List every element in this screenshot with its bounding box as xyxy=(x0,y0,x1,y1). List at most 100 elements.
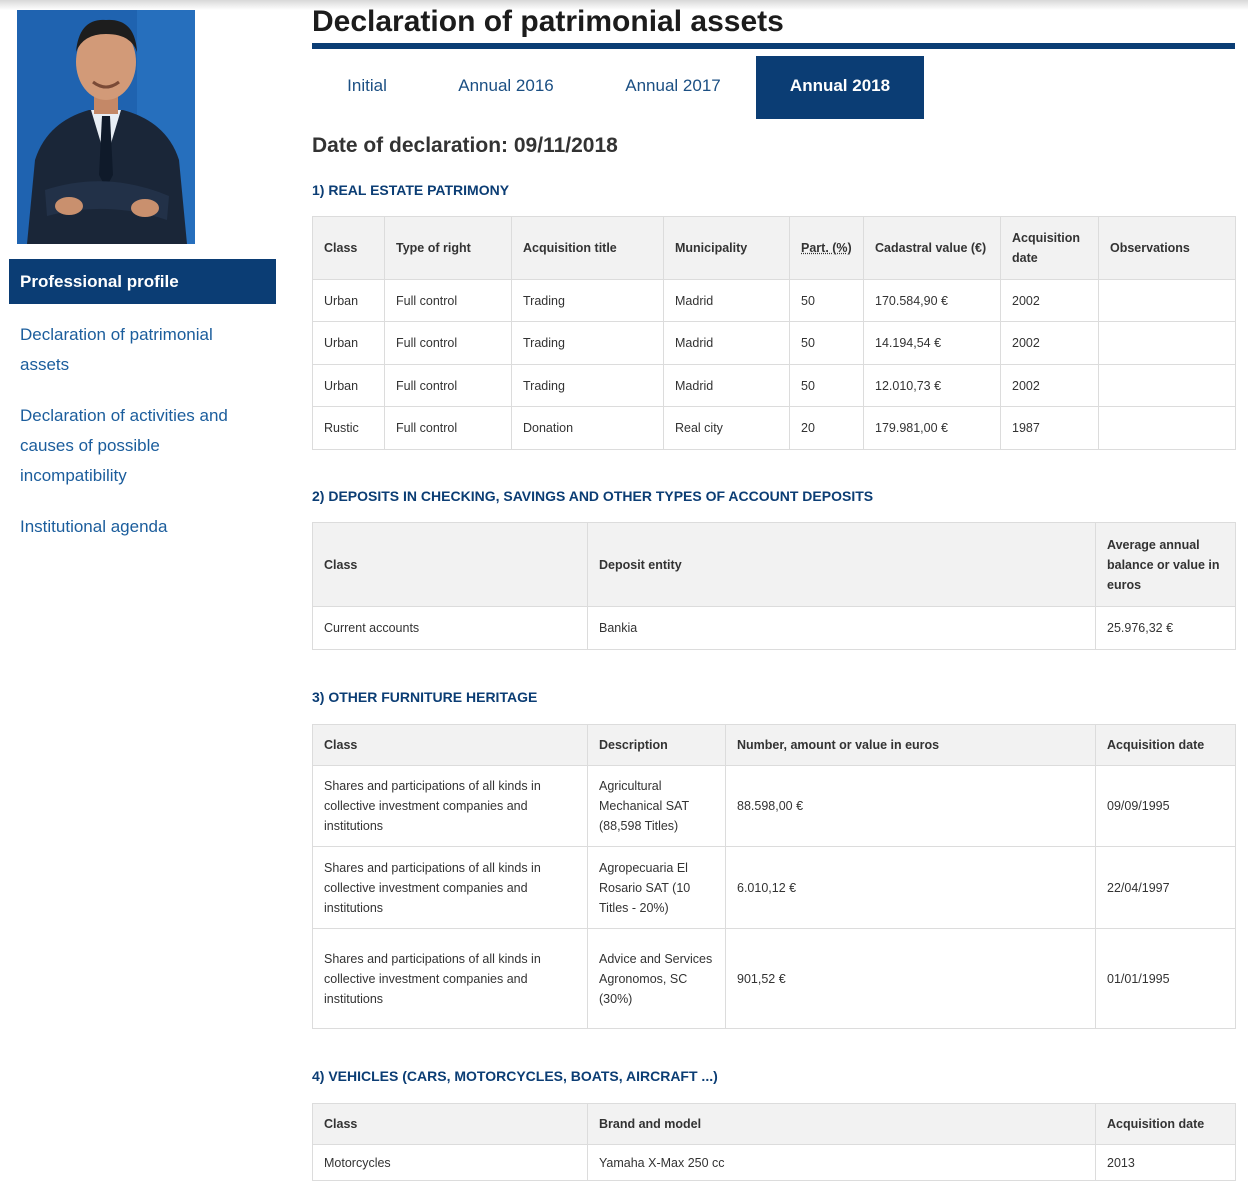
cell: Motorcycles xyxy=(313,1145,588,1181)
cell: Rustic xyxy=(313,407,385,450)
table-header-row: Class Description Number, amount or valu… xyxy=(313,725,1236,766)
column-header: Brand and model xyxy=(588,1104,1096,1145)
table-row: Current accounts Bankia 25.976,32 € xyxy=(313,607,1236,650)
cell: Madrid xyxy=(664,365,790,407)
cell: Full control xyxy=(385,322,512,365)
cell: 09/09/1995 xyxy=(1096,766,1236,847)
cell xyxy=(1099,365,1236,407)
column-header: Description xyxy=(588,725,726,766)
cell: Madrid xyxy=(664,322,790,365)
part-abbr: Part. (%) xyxy=(801,241,852,255)
cell: 2013 xyxy=(1096,1145,1236,1181)
table-header-row: Class Deposit entity Average annual bala… xyxy=(313,523,1236,607)
table-header-row: Class Brand and model Acquisition date xyxy=(313,1104,1236,1145)
cell: Yamaha X-Max 250 cc xyxy=(588,1145,1096,1181)
cell: Full control xyxy=(385,280,512,322)
column-header: Acquisition date xyxy=(1096,725,1236,766)
vehicles-table: Class Brand and model Acquisition date M… xyxy=(312,1103,1236,1181)
deposits-table: Class Deposit entity Average annual bala… xyxy=(312,522,1236,650)
cell: Shares and participations of all kinds i… xyxy=(313,847,588,929)
cell: 179.981,00 € xyxy=(864,407,1001,450)
table-header-row: Class Type of right Acquisition title Mu… xyxy=(313,217,1236,280)
tab-initial[interactable]: Initial xyxy=(312,56,422,119)
column-header: Municipality xyxy=(664,217,790,280)
cell: Shares and participations of all kinds i… xyxy=(313,929,588,1029)
cell: 20 xyxy=(790,407,864,450)
cell xyxy=(1099,407,1236,450)
column-header: Average annual balance or value in euros xyxy=(1096,523,1236,607)
declaration-date: Date of declaration: 09/11/2018 xyxy=(312,132,618,160)
cell: 01/01/1995 xyxy=(1096,929,1236,1029)
cell: Agropecuaria El Rosario SAT (10 Titles -… xyxy=(588,847,726,929)
tab-annual-2017[interactable]: Annual 2017 xyxy=(590,56,756,119)
real-estate-table: Class Type of right Acquisition title Mu… xyxy=(312,216,1236,450)
column-header: Deposit entity xyxy=(588,523,1096,607)
column-header: Cadastral value (€) xyxy=(864,217,1001,280)
section-heading-real-estate: 1) REAL ESTATE PATRIMONY xyxy=(312,180,509,200)
section-heading-vehicles: 4) VEHICLES (CARS, MOTORCYCLES, BOATS, A… xyxy=(312,1066,718,1086)
cell: Shares and participations of all kinds i… xyxy=(313,766,588,847)
cell xyxy=(1099,280,1236,322)
title-underline xyxy=(312,43,1235,49)
sidebar-item-professional-profile[interactable]: Professional profile xyxy=(9,259,276,304)
column-header: Class xyxy=(313,217,385,280)
cell: 901,52 € xyxy=(726,929,1096,1029)
declaration-tabs: Initial Annual 2016 Annual 2017 Annual 2… xyxy=(312,56,924,119)
furniture-table: Class Description Number, amount or valu… xyxy=(312,724,1236,1029)
cell xyxy=(1099,322,1236,365)
column-header: Number, amount or value in euros xyxy=(726,725,1096,766)
table-row: Urban Full control Trading Madrid 50 14.… xyxy=(313,322,1236,365)
cell: Urban xyxy=(313,365,385,407)
cell: Urban xyxy=(313,322,385,365)
table-row: Rustic Full control Donation Real city 2… xyxy=(313,407,1236,450)
table-row: Urban Full control Trading Madrid 50 12.… xyxy=(313,365,1236,407)
column-header: Class xyxy=(313,1104,588,1145)
table-row: Shares and participations of all kinds i… xyxy=(313,929,1236,1029)
section-heading-furniture: 3) OTHER FURNITURE HERITAGE xyxy=(312,687,537,707)
cell: 22/04/1997 xyxy=(1096,847,1236,929)
cell: 2002 xyxy=(1001,322,1099,365)
table-row: Shares and participations of all kinds i… xyxy=(313,766,1236,847)
cell: Current accounts xyxy=(313,607,588,650)
column-header: Part. (%) xyxy=(790,217,864,280)
cell: Full control xyxy=(385,407,512,450)
column-header: Class xyxy=(313,725,588,766)
sidebar-item-declaration-of-activities[interactable]: Declaration of activities and causes of … xyxy=(20,401,265,491)
cell: 50 xyxy=(790,280,864,322)
column-header: Observations xyxy=(1099,217,1236,280)
cell: Full control xyxy=(385,365,512,407)
profile-photo xyxy=(17,10,195,244)
column-header: Type of right xyxy=(385,217,512,280)
cell: Urban xyxy=(313,280,385,322)
cell: 50 xyxy=(790,365,864,407)
section-heading-deposits: 2) DEPOSITS IN CHECKING, SAVINGS AND OTH… xyxy=(312,486,873,506)
table-row: Urban Full control Trading Madrid 50 170… xyxy=(313,280,1236,322)
cell: 25.976,32 € xyxy=(1096,607,1236,650)
cell: Donation xyxy=(512,407,664,450)
cell: 50 xyxy=(790,322,864,365)
cell: 2002 xyxy=(1001,365,1099,407)
page-title: Declaration of patrimonial assets xyxy=(312,3,784,41)
cell: 88.598,00 € xyxy=(726,766,1096,847)
column-header: Class xyxy=(313,523,588,607)
cell: Real city xyxy=(664,407,790,450)
column-header: Acquisition title xyxy=(512,217,664,280)
cell: Agricultural Mechanical SAT (88,598 Titl… xyxy=(588,766,726,847)
sidebar-item-institutional-agenda[interactable]: Institutional agenda xyxy=(20,512,265,542)
tab-annual-2016[interactable]: Annual 2016 xyxy=(422,56,590,119)
cell: Trading xyxy=(512,365,664,407)
cell: 12.010,73 € xyxy=(864,365,1001,407)
cell: 1987 xyxy=(1001,407,1099,450)
cell: 14.194,54 € xyxy=(864,322,1001,365)
cell: 2002 xyxy=(1001,280,1099,322)
cell: 170.584,90 € xyxy=(864,280,1001,322)
table-row: Motorcycles Yamaha X-Max 250 cc 2013 xyxy=(313,1145,1236,1181)
tab-annual-2018[interactable]: Annual 2018 xyxy=(756,56,924,119)
cell: 6.010,12 € xyxy=(726,847,1096,929)
cell: Advice and Services Agronomos, SC (30%) xyxy=(588,929,726,1029)
table-row: Shares and participations of all kinds i… xyxy=(313,847,1236,929)
cell: Bankia xyxy=(588,607,1096,650)
column-header: Acquisition date xyxy=(1001,217,1099,280)
sidebar-item-declaration-of-patrimonial-assets[interactable]: Declaration of patrimonial assets xyxy=(20,320,265,380)
cell: Trading xyxy=(512,280,664,322)
